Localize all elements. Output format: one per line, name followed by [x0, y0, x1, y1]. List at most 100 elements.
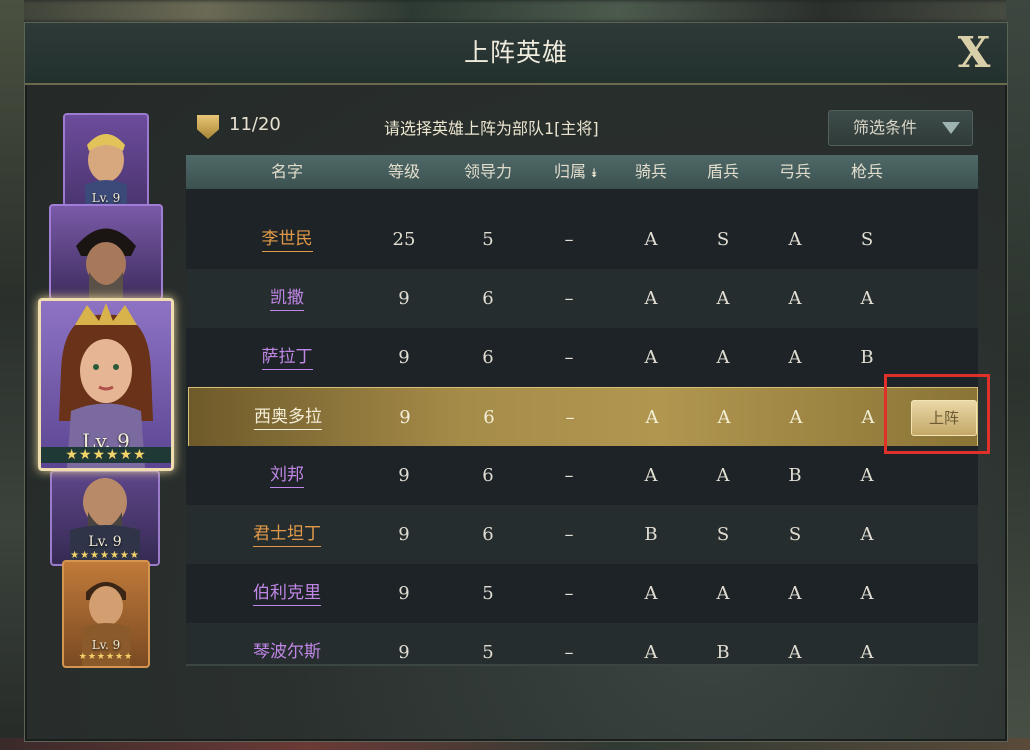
cell-cavalry: A	[644, 229, 658, 250]
table-row[interactable]: 萨拉丁 9 6– A A A B	[186, 328, 978, 387]
column-header-shield[interactable]: 盾兵	[688, 155, 758, 189]
hero-portrait-2[interactable]	[49, 204, 163, 300]
game-background-left	[0, 0, 24, 750]
hero-portrait-4[interactable]: Lv. 9 ★★★★★★★	[50, 470, 160, 566]
hero-name[interactable]: 伯利克里	[253, 583, 321, 606]
cell-name[interactable]: 李世民	[242, 210, 332, 269]
hero-name[interactable]: 琴波尔斯	[253, 642, 321, 664]
cell-cavalry: A	[644, 465, 658, 486]
column-header-cavalry[interactable]: 骑兵	[616, 155, 686, 189]
cell-leadership: 5	[482, 583, 494, 604]
cell-cavalry: A	[644, 347, 658, 368]
cell-cavalry: B	[644, 524, 658, 545]
cell-shield: A	[716, 583, 730, 604]
cell-archer: A	[788, 229, 802, 250]
cell-name[interactable]: 伯利克里	[242, 564, 332, 623]
cell-leadership: 6	[483, 407, 495, 428]
cell-spear: A	[860, 642, 874, 663]
hero-name[interactable]: 凯撒	[270, 288, 304, 311]
cell-level: 9	[398, 465, 410, 486]
hero-portrait-1[interactable]: Lv. 9	[63, 113, 149, 207]
cell-archer: S	[788, 524, 802, 545]
hero-level: Lv. 9	[91, 191, 121, 205]
cell-name[interactable]: 刘邦	[242, 446, 332, 505]
sort-down-icon: ⯯	[590, 165, 598, 180]
filter-label: 筛选条件	[853, 118, 918, 137]
hero-level: Lv. 9	[91, 638, 121, 652]
cell-archer: A	[789, 407, 803, 428]
hero-face-icon	[76, 228, 136, 298]
cell-spear: A	[860, 288, 874, 309]
cell-shield: B	[716, 642, 730, 663]
cell-leadership: 5	[482, 642, 494, 663]
cell-shield: A	[717, 407, 731, 428]
cell-name[interactable]: 西奥多拉	[243, 388, 333, 447]
table-row[interactable]: 君士坦丁 9 6 – B S S A	[186, 505, 978, 564]
cell-level: 9	[398, 347, 410, 368]
table-row[interactable]	[186, 189, 978, 210]
column-header-name[interactable]: 名字	[242, 155, 332, 189]
cell-affiliation: –	[564, 465, 574, 486]
cell-cavalry: A	[644, 642, 658, 663]
column-header-spear[interactable]: 枪兵	[832, 155, 902, 189]
cell-cavalry: A	[644, 288, 658, 309]
cell-shield: S	[716, 524, 730, 545]
hero-table: 李世民 25 5 – A S A S 凯撒 9 6 – A A A A 萨拉丁 9 6 – A A A B 西奥多拉 9 6 – A A A…	[186, 189, 978, 664]
table-bottom-edge	[186, 664, 978, 666]
hero-portrait-5[interactable]: Lv. 9 ★★★★★★	[62, 560, 150, 668]
cell-leadership: 6	[482, 347, 494, 368]
cell-archer: A	[788, 347, 802, 368]
cell-affiliation: –	[564, 288, 574, 309]
hero-stars: ★★★★★★	[41, 447, 171, 463]
cell-spear: S	[860, 229, 874, 250]
cell-cavalry: A	[644, 583, 658, 604]
filter-button[interactable]: 筛选条件	[828, 110, 973, 146]
column-header-leadership[interactable]: 领导力	[448, 155, 528, 189]
hero-name[interactable]: 刘邦	[270, 465, 304, 488]
cell-archer: A	[788, 583, 802, 604]
cell-name[interactable]: 君士坦丁	[242, 505, 332, 564]
cell-affiliation: –	[564, 347, 574, 368]
hero-name[interactable]: 西奥多拉	[254, 407, 322, 430]
highlight-box	[884, 374, 990, 454]
hero-level: Lv. 9	[88, 534, 122, 550]
cell-affiliation: –	[565, 407, 575, 428]
table-row[interactable]: 李世民 25 5 – A S A S	[186, 210, 978, 269]
dropdown-triangle-icon	[942, 122, 960, 134]
column-header-archer[interactable]: 弓兵	[760, 155, 830, 189]
column-header-affiliation[interactable]: 归属 ⯯	[538, 155, 616, 189]
close-button[interactable]: X	[955, 31, 993, 75]
table-row-selected[interactable]: 西奥多拉 9 6– A A A A 上阵	[188, 387, 978, 448]
cell-level: 9	[398, 642, 410, 663]
title-bar: 上阵英雄 X	[25, 23, 1007, 85]
table-row[interactable]: 琴波尔斯 9 5 – A B A A	[186, 623, 978, 664]
table-row[interactable]: 伯利克里 9 5 – A A A A	[186, 564, 978, 623]
select-prompt: 请选择英雄上阵为部队1[主将]	[384, 119, 599, 138]
cell-archer: A	[788, 288, 802, 309]
table-header: 名字 等级 领导力 归属 ⯯ 骑兵 盾兵 弓兵 枪兵	[186, 155, 978, 190]
cell-level: 9	[398, 583, 410, 604]
hero-portrait-selected[interactable]: Lv. 9 ★★★★★★	[38, 298, 174, 471]
cell-shield: A	[716, 347, 730, 368]
cell-affiliation: –	[564, 229, 574, 250]
cell-spear: A	[860, 583, 874, 604]
hero-name[interactable]: 君士坦丁	[253, 524, 321, 547]
cell-name[interactable]: 凯撒	[242, 269, 332, 328]
cell-level: 9	[398, 524, 410, 545]
cell-name[interactable]: 萨拉丁	[242, 328, 332, 387]
cell-name[interactable]: 琴波尔斯	[242, 623, 332, 664]
cell-shield: A	[716, 465, 730, 486]
hero-name[interactable]: 李世民	[261, 229, 313, 252]
table-row[interactable]: 凯撒 9 6 – A A A A	[186, 269, 978, 328]
affiliation-label: 归属	[553, 162, 586, 181]
table-row[interactable]: 刘邦 9 6 – A A B A	[186, 446, 978, 505]
cell-cavalry: A	[645, 407, 659, 428]
cell-level: 9	[398, 288, 410, 309]
game-background-top	[0, 0, 1030, 22]
column-header-level[interactable]: 等级	[366, 155, 442, 189]
cell-level: 25	[392, 229, 416, 250]
cell-leadership: 6	[482, 288, 494, 309]
cell-affiliation: –	[564, 583, 574, 604]
cell-affiliation: –	[564, 642, 574, 663]
hero-name[interactable]: 萨拉丁	[261, 347, 313, 370]
